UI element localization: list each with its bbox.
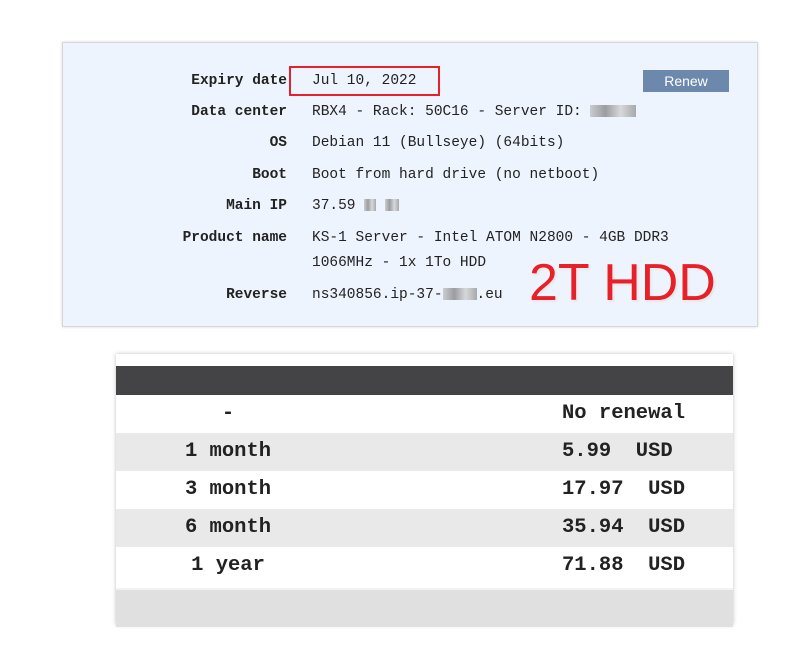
main-ip-text: 37.59 — [312, 198, 356, 214]
data-center-text: RBX4 - Rack: 50C16 - Server ID: — [312, 104, 591, 120]
redacted-reverse-part — [442, 288, 477, 301]
redacted-server-id — [590, 105, 637, 118]
product-name-label: Product name — [182, 230, 287, 246]
reverse-suffix: .eu — [476, 287, 503, 303]
server-info-panel: Expiry date Jul 10, 2022 Renew Data cent… — [62, 42, 758, 327]
table-row[interactable]: 1 year 71.88 USD — [116, 547, 733, 585]
data-center-value: RBX4 - Rack: 50C16 - Server ID: — [312, 99, 637, 125]
os-value: Debian 11 (Bullseye) (64bits) — [312, 135, 565, 151]
annotation-2t-hdd: 2T HDD — [529, 254, 716, 312]
reverse-label: Reverse — [226, 287, 287, 303]
table-footer — [116, 588, 733, 627]
table-row[interactable]: 3 month 17.97 USD — [116, 471, 733, 509]
renew-button[interactable]: Renew — [643, 70, 729, 92]
price-cell: 5.99 USD — [562, 440, 673, 463]
duration-cell: 6 month — [184, 516, 272, 539]
main-ip-label: Main IP — [226, 198, 287, 214]
renewal-table: - No renewal 1 month 5.99 USD 3 month 17… — [116, 354, 733, 627]
data-center-label: Data center — [191, 104, 287, 120]
product-name-value-line2: 1066MHz - 1x 1To HDD — [312, 255, 487, 271]
duration-cell: - — [221, 402, 235, 425]
price-cell: No renewal — [562, 402, 686, 425]
reverse-value: ns340856.ip-37- .eu — [312, 282, 503, 308]
reverse-text: ns340856.ip-37- — [312, 287, 443, 303]
table-row[interactable]: 1 month 5.99 USD — [116, 433, 733, 471]
price-cell: 35.94 USD — [562, 516, 686, 539]
duration-cell: 1 year — [191, 554, 265, 577]
boot-label: Boot — [252, 167, 287, 183]
os-label: OS — [269, 135, 287, 151]
redacted-ip-part — [364, 199, 377, 212]
table-row[interactable]: 6 month 35.94 USD — [116, 509, 733, 547]
duration-cell: 3 month — [184, 478, 272, 501]
duration-cell: 1 month — [184, 440, 272, 463]
boot-value: Boot from hard drive (no netboot) — [312, 167, 600, 183]
main-ip-value: 37.59 — [312, 193, 399, 219]
table-header — [116, 366, 733, 395]
product-name-value: KS-1 Server - Intel ATOM N2800 - 4GB DDR… — [312, 230, 669, 246]
expiry-date-label: Expiry date — [191, 73, 287, 89]
price-cell: 17.97 USD — [562, 478, 686, 501]
table-row[interactable]: - No renewal — [116, 395, 733, 433]
redacted-ip-part — [384, 199, 399, 212]
expiry-highlight-box — [289, 66, 440, 96]
price-cell: 71.88 USD — [562, 554, 686, 577]
